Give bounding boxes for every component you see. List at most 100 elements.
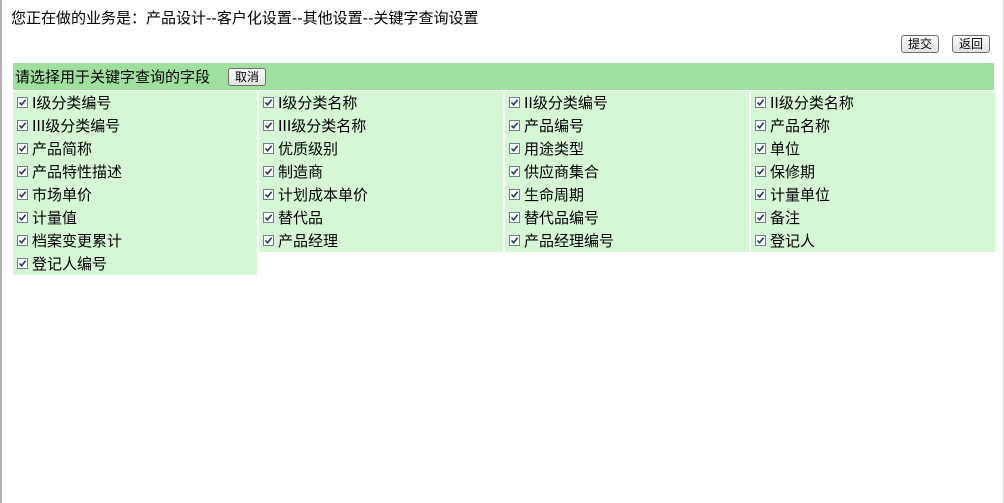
field-option: 替代品 xyxy=(259,206,503,229)
field-checkbox[interactable] xyxy=(17,258,28,269)
field-option: 档案变更累计 xyxy=(13,229,257,252)
field-checkbox[interactable] xyxy=(263,212,274,223)
field-checkbox[interactable] xyxy=(17,235,28,246)
field-option: I级分类编号 xyxy=(13,91,257,114)
field-checkbox[interactable] xyxy=(509,235,520,246)
field-option-label: 产品简称 xyxy=(32,139,93,158)
field-checkbox[interactable] xyxy=(263,143,274,154)
field-option: II级分类编号 xyxy=(505,91,749,114)
field-checkbox[interactable] xyxy=(17,143,28,154)
field-option-label: 制造商 xyxy=(278,162,324,181)
checkmark-icon xyxy=(18,122,27,130)
field-checkbox[interactable] xyxy=(509,189,520,200)
checkmark-icon xyxy=(510,214,519,222)
field-checkbox[interactable] xyxy=(755,143,766,154)
field-checkbox[interactable] xyxy=(755,189,766,200)
field-option-label: 登记人编号 xyxy=(32,254,108,273)
field-option-label: 产品经理 xyxy=(278,231,339,250)
field-checkbox[interactable] xyxy=(263,166,274,177)
field-checkbox[interactable] xyxy=(17,97,28,108)
field-option: 计量值 xyxy=(13,206,257,229)
checkmark-icon xyxy=(756,214,765,222)
field-option: 备注 xyxy=(751,206,995,229)
page-frame: 您正在做的业务是：产品设计--客户化设置--其他设置--关键字查询设置 提交 返… xyxy=(0,0,1004,503)
checkmark-icon xyxy=(756,237,765,245)
field-option: I级分类名称 xyxy=(259,91,503,114)
field-option: II级分类名称 xyxy=(751,91,995,114)
field-grid: I级分类编号 I级分类名称 II级分类编号 II级分类名称 III级分类编号 III级分类… xyxy=(13,91,995,275)
panel-title: 请选择用于关键字查询的字段 xyxy=(15,68,211,86)
checkmark-icon xyxy=(18,237,27,245)
field-option-label: 优质级别 xyxy=(278,139,339,158)
checkmark-icon xyxy=(756,145,765,153)
field-option-label: III级分类名称 xyxy=(278,116,367,135)
field-checkbox[interactable] xyxy=(509,143,520,154)
field-option-label: 替代品 xyxy=(278,208,324,227)
field-checkbox[interactable] xyxy=(263,120,274,131)
field-option: III级分类编号 xyxy=(13,114,257,137)
checkmark-icon xyxy=(510,237,519,245)
back-button[interactable]: 返回 xyxy=(951,35,990,53)
field-option-label: I级分类编号 xyxy=(32,93,112,112)
cancel-button[interactable]: 取消 xyxy=(228,67,267,86)
field-checkbox[interactable] xyxy=(755,166,766,177)
checkmark-icon xyxy=(756,168,765,176)
field-option-label: 档案变更累计 xyxy=(32,231,123,250)
top-toolbar: 提交 返回 xyxy=(900,35,990,53)
field-option: 优质级别 xyxy=(259,137,503,160)
field-checkbox[interactable] xyxy=(263,189,274,200)
field-checkbox[interactable] xyxy=(755,235,766,246)
field-checkbox[interactable] xyxy=(755,212,766,223)
field-option-label: 保修期 xyxy=(770,162,816,181)
field-option-label: 产品编号 xyxy=(524,116,585,135)
field-checkbox[interactable] xyxy=(509,120,520,131)
field-checkbox[interactable] xyxy=(755,120,766,131)
field-option-label: 计量值 xyxy=(32,208,78,227)
field-option: 单位 xyxy=(751,137,995,160)
field-option-label: I级分类名称 xyxy=(278,93,358,112)
checkmark-icon xyxy=(510,168,519,176)
field-option-label: 用途类型 xyxy=(524,139,585,158)
field-checkbox[interactable] xyxy=(17,212,28,223)
field-checkbox[interactable] xyxy=(17,166,28,177)
field-option-label: 供应商集合 xyxy=(524,162,600,181)
field-option-label: 计划成本单价 xyxy=(278,185,369,204)
checkmark-icon xyxy=(510,122,519,130)
checkmark-icon xyxy=(264,122,273,130)
checkmark-icon xyxy=(264,168,273,176)
panel-header: 请选择用于关键字查询的字段 取消 xyxy=(13,63,994,90)
field-option: 供应商集合 xyxy=(505,160,749,183)
field-checkbox[interactable] xyxy=(263,235,274,246)
field-option-label: 登记人 xyxy=(770,231,816,250)
field-checkbox[interactable] xyxy=(17,189,28,200)
checkmark-icon xyxy=(18,168,27,176)
checkmark-icon xyxy=(18,260,27,268)
field-option-label: 替代品编号 xyxy=(524,208,600,227)
field-checkbox[interactable] xyxy=(17,120,28,131)
checkmark-icon xyxy=(18,214,27,222)
field-option: 登记人编号 xyxy=(13,252,257,275)
field-option: 产品经理 xyxy=(259,229,503,252)
checkmark-icon xyxy=(264,145,273,153)
field-option-label: 产品特性描述 xyxy=(32,162,123,181)
checkmark-icon xyxy=(18,99,27,107)
field-option: 产品特性描述 xyxy=(13,160,257,183)
field-option: 生命周期 xyxy=(505,183,749,206)
field-checkbox[interactable] xyxy=(509,166,520,177)
field-checkbox[interactable] xyxy=(755,97,766,108)
field-selection-panel: 请选择用于关键字查询的字段 取消 I级分类编号 I级分类名称 II级分类编号 II级分… xyxy=(13,63,995,275)
checkmark-icon xyxy=(264,214,273,222)
submit-button[interactable]: 提交 xyxy=(900,35,939,53)
field-checkbox[interactable] xyxy=(509,97,520,108)
field-checkbox[interactable] xyxy=(263,97,274,108)
checkmark-icon xyxy=(510,145,519,153)
field-option-label: 计量单位 xyxy=(770,185,831,204)
field-option: 产品名称 xyxy=(751,114,995,137)
field-checkbox[interactable] xyxy=(509,212,520,223)
field-option: 替代品编号 xyxy=(505,206,749,229)
checkmark-icon xyxy=(510,99,519,107)
field-option-label: 生命周期 xyxy=(524,185,585,204)
checkmark-icon xyxy=(18,145,27,153)
field-option-label: II级分类名称 xyxy=(770,93,854,112)
checkmark-icon xyxy=(756,122,765,130)
